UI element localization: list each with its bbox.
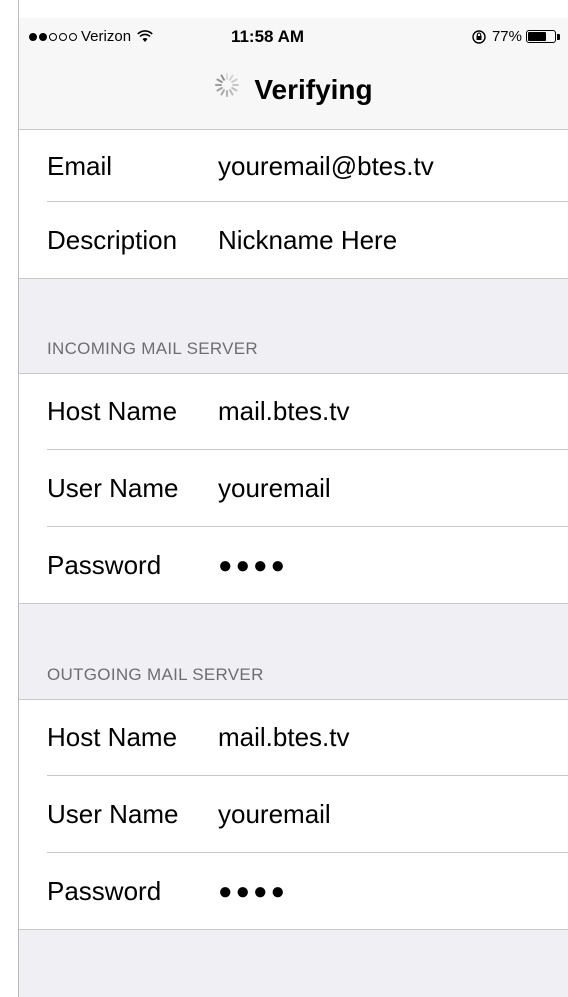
group-bottom-border: [19, 278, 568, 279]
spinner-spoke: [220, 74, 226, 81]
phone-frame: Verizon 11:58 AM 77% Verifying Email you…: [0, 0, 568, 997]
battery-percent: 77%: [491, 28, 522, 45]
spinner-spoke: [231, 87, 238, 92]
incoming-section-header: INCOMING MAIL SERVER: [47, 339, 258, 358]
incoming-password-field[interactable]: ●●●●: [218, 552, 288, 580]
status-time: 11:58 AM: [230, 27, 305, 46]
email-cell[interactable]: Email youremail@btes.tv: [19, 130, 568, 202]
outgoing-group: Host Name mail.btes.tv User Name yourema…: [19, 699, 568, 930]
group-bottom-border: [19, 603, 568, 604]
description-cell[interactable]: Description Nickname Here: [19, 202, 568, 279]
spinner-spoke: [229, 74, 234, 81]
navigation-header: Verizon 11:58 AM 77% Verifying: [19, 18, 568, 130]
nav-title: Verifying: [254, 74, 373, 105]
outgoing-password-cell[interactable]: Password ●●●●: [19, 853, 568, 930]
incoming-group: Host Name mail.btes.tv User Name yourema…: [19, 373, 568, 604]
screen: Verizon 11:58 AM 77% Verifying Email you…: [19, 18, 568, 997]
spinner-spoke: [220, 89, 226, 96]
email-field[interactable]: youremail@btes.tv: [218, 151, 434, 182]
orientation-lock-icon: [472, 29, 486, 44]
incoming-user-label: User Name: [47, 473, 179, 503]
incoming-password-cell[interactable]: Password ●●●●: [19, 527, 568, 604]
nav-title-wrap: Verifying: [19, 72, 568, 108]
top-margin: [0, 0, 568, 18]
spinner-spoke: [216, 78, 224, 84]
outgoing-section-header: OUTGOING MAIL SERVER: [47, 665, 264, 684]
left-margin: [0, 0, 19, 997]
spinner-spoke: [231, 78, 238, 84]
description-field[interactable]: Nickname Here: [218, 225, 397, 256]
outgoing-user-field[interactable]: youremail: [218, 799, 331, 830]
incoming-password-label: Password: [47, 550, 162, 580]
spinner-spoke: [216, 87, 224, 92]
spinner-spoke: [229, 89, 234, 96]
outgoing-user-cell[interactable]: User Name youremail: [19, 776, 568, 853]
battery-fill: [528, 32, 546, 41]
activity-spinner-icon: [214, 72, 240, 105]
outgoing-password-label: Password: [47, 876, 162, 906]
incoming-user-cell[interactable]: User Name youremail: [19, 450, 568, 527]
group-bottom-border: [19, 929, 568, 930]
outgoing-host-field[interactable]: mail.btes.tv: [218, 722, 350, 753]
outgoing-password-field[interactable]: ●●●●: [218, 878, 288, 906]
incoming-user-field[interactable]: youremail: [218, 473, 331, 504]
outgoing-host-cell[interactable]: Host Name mail.btes.tv: [19, 699, 568, 776]
description-label: Description: [47, 225, 178, 255]
email-label: Email: [47, 150, 113, 181]
status-bar: Verizon 11:58 AM 77%: [19, 18, 568, 58]
incoming-host-cell[interactable]: Host Name mail.btes.tv: [19, 373, 568, 450]
outgoing-user-label: User Name: [47, 799, 179, 829]
incoming-host-field[interactable]: mail.btes.tv: [218, 396, 350, 427]
battery-nub: [557, 33, 560, 40]
status-right: 77%: [472, 28, 560, 45]
battery-icon: [526, 30, 556, 43]
incoming-host-label: Host Name: [47, 396, 178, 426]
account-group: Email youremail@btes.tv Description Nick…: [19, 130, 568, 279]
outgoing-host-label: Host Name: [47, 722, 178, 752]
